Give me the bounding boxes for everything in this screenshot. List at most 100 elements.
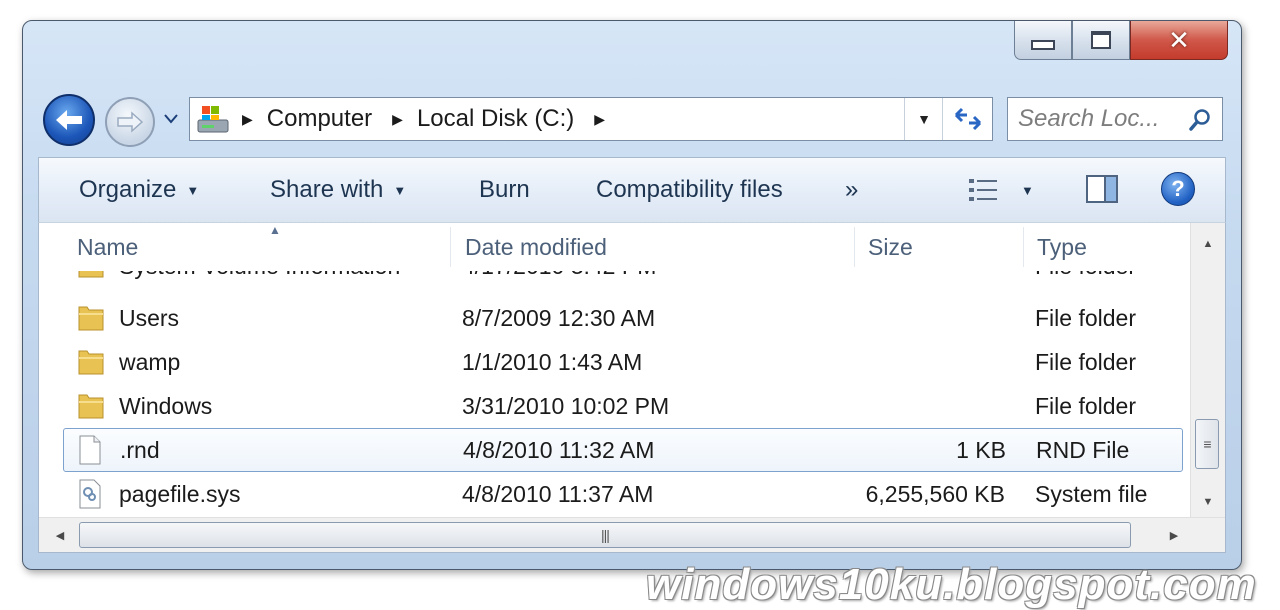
- grip-icon: |||: [601, 527, 610, 543]
- local-disk-icon: [197, 106, 229, 133]
- list-item[interactable]: Windows 3/31/2010 10:02 PM File folder: [69, 385, 1183, 429]
- view-options-dropdown[interactable]: ▼: [1021, 158, 1034, 222]
- system-file-icon: [77, 473, 107, 515]
- command-bar: Organize ▼ Share with ▼ Burn Compatibili…: [38, 157, 1226, 223]
- scroll-right-button[interactable]: ▶: [1157, 518, 1191, 552]
- file-name: wamp: [119, 348, 181, 375]
- preview-pane-icon[interactable]: [1085, 174, 1119, 204]
- forward-arrow-icon: [117, 111, 144, 133]
- back-button[interactable]: [43, 94, 95, 146]
- share-with-label: Share with: [270, 176, 384, 203]
- file-date: 1/1/2010 1:43 AM: [462, 348, 643, 375]
- type-header-label: Type: [1037, 233, 1087, 260]
- column-header-name[interactable]: Name ▲: [55, 223, 450, 271]
- vertical-scroll-thumb[interactable]: ≡: [1195, 419, 1219, 469]
- address-history-dropdown[interactable]: ▼: [904, 98, 943, 140]
- breadcrumb-separator-icon[interactable]: ▶: [242, 111, 253, 128]
- minimize-icon: [1031, 40, 1055, 50]
- size-header-label: Size: [868, 233, 913, 260]
- horizontal-scrollbar[interactable]: ◀ ||| ▶: [39, 517, 1225, 552]
- scroll-right-arrow-icon: ▶: [1169, 529, 1179, 542]
- back-arrow-icon: [56, 110, 82, 130]
- compatibility-files-button[interactable]: Compatibility files: [596, 158, 783, 222]
- help-icon[interactable]: ?: [1161, 172, 1195, 206]
- column-header-size[interactable]: Size: [846, 223, 1022, 271]
- organize-label: Organize: [79, 176, 177, 203]
- list-item[interactable]: Users 8/7/2009 12:30 AM File folder: [69, 297, 1183, 341]
- scroll-left-button[interactable]: ◀: [43, 518, 77, 552]
- file-type: RND File: [1036, 436, 1130, 463]
- file-size: [769, 341, 1005, 383]
- chevron-down-icon: [164, 114, 178, 124]
- column-headers: Name ▲ Date modified Size Type: [39, 223, 1193, 271]
- forward-button[interactable]: [105, 97, 155, 147]
- list-item-selected[interactable]: .rnd 4/8/2010 11:32 AM 1 KB RND File: [63, 428, 1183, 472]
- file-date: 3/31/2010 10:02 PM: [462, 392, 670, 419]
- chevron-down-icon: ▼: [1021, 182, 1034, 198]
- breadcrumb-separator-icon[interactable]: ▶: [392, 111, 403, 128]
- breadcrumb: ▶ Computer ▶ Local Disk (C:) ▶: [242, 98, 605, 140]
- chevron-down-icon: ▼: [186, 182, 200, 198]
- watermark: windows10ku.blogspot.com: [646, 560, 1257, 609]
- share-with-menu[interactable]: Share with ▼: [270, 158, 406, 222]
- date-header-label: Date modified: [465, 233, 607, 260]
- breadcrumb-separator-icon[interactable]: ▶: [594, 111, 605, 128]
- file-size: [769, 385, 1005, 427]
- file-type: System file: [1035, 480, 1148, 507]
- explorer-window: ✕ ▶ Computer ▶ Local Disk (C:) ▶ ▼ Searc…: [22, 20, 1242, 570]
- folder-icon: [77, 297, 107, 339]
- vertical-scrollbar[interactable]: ▲ ≡ ▼: [1190, 223, 1225, 519]
- recent-pages-button[interactable]: [163, 111, 179, 127]
- file-name: .rnd: [120, 436, 160, 463]
- name-header-label: Name: [77, 233, 139, 260]
- file-name: System Volume Information: [119, 271, 400, 287]
- file-size: 6,255,560 KB: [865, 480, 1005, 507]
- file-size: [769, 297, 1005, 339]
- search-input[interactable]: [1018, 98, 1176, 140]
- sort-ascending-icon: ▲: [269, 223, 281, 237]
- breadcrumb-local-disk[interactable]: Local Disk (C:): [417, 105, 574, 133]
- grip-icon: ≡: [1203, 436, 1211, 452]
- file-type: File folder: [1035, 271, 1136, 287]
- close-button[interactable]: ✕: [1130, 21, 1228, 60]
- file-type: File folder: [1035, 348, 1136, 375]
- close-icon: ✕: [1168, 25, 1190, 55]
- column-header-type[interactable]: Type: [1015, 223, 1185, 271]
- chevron-down-icon: ▼: [393, 182, 407, 198]
- list-item[interactable]: System Volume Information 4/17/2010 3:42…: [69, 271, 1183, 289]
- scroll-left-arrow-icon: ◀: [55, 529, 65, 542]
- refresh-icon: [954, 107, 982, 131]
- more-commands-button[interactable]: »: [845, 158, 858, 222]
- file-date: 4/8/2010 11:32 AM: [463, 436, 655, 463]
- horizontal-scroll-thumb[interactable]: |||: [79, 522, 1131, 548]
- scroll-down-button[interactable]: ▼: [1191, 487, 1225, 517]
- column-header-date-modified[interactable]: Date modified: [443, 223, 853, 271]
- scroll-up-arrow-icon: ▲: [1202, 238, 1214, 250]
- maximize-icon: [1091, 31, 1111, 49]
- refresh-button[interactable]: [942, 98, 993, 140]
- file-list: System Volume Information 4/17/2010 3:42…: [39, 271, 1193, 521]
- address-bar[interactable]: ▶ Computer ▶ Local Disk (C:) ▶ ▼: [189, 97, 993, 141]
- organize-menu[interactable]: Organize ▼: [79, 158, 199, 222]
- change-view-icon[interactable]: [967, 176, 1001, 204]
- file-name: Users: [119, 304, 180, 331]
- minimize-button[interactable]: [1014, 21, 1072, 60]
- dropdown-arrow-icon: ▼: [917, 111, 931, 127]
- file-date: 4/8/2010 11:37 AM: [462, 480, 654, 507]
- folder-icon: [77, 341, 107, 383]
- breadcrumb-computer[interactable]: Computer: [267, 105, 372, 133]
- scroll-up-button[interactable]: ▲: [1191, 229, 1225, 259]
- folder-icon: [77, 271, 107, 287]
- file-date: 8/7/2009 12:30 AM: [462, 304, 656, 331]
- maximize-button[interactable]: [1072, 21, 1130, 60]
- burn-button[interactable]: Burn: [479, 158, 530, 222]
- list-item[interactable]: pagefile.sys 4/8/2010 11:37 AM 6,255,560…: [69, 473, 1183, 517]
- search-box[interactable]: [1007, 97, 1223, 141]
- file-list-pane: Name ▲ Date modified Size Type Syste: [38, 223, 1226, 553]
- navigation-bar: ▶ Computer ▶ Local Disk (C:) ▶ ▼: [23, 93, 1241, 147]
- list-item[interactable]: wamp 1/1/2010 1:43 AM File folder: [69, 341, 1183, 385]
- search-icon: [1189, 109, 1210, 131]
- file-type: File folder: [1035, 392, 1136, 419]
- more-commands-label: »: [845, 176, 859, 203]
- file-name: pagefile.sys: [119, 480, 241, 507]
